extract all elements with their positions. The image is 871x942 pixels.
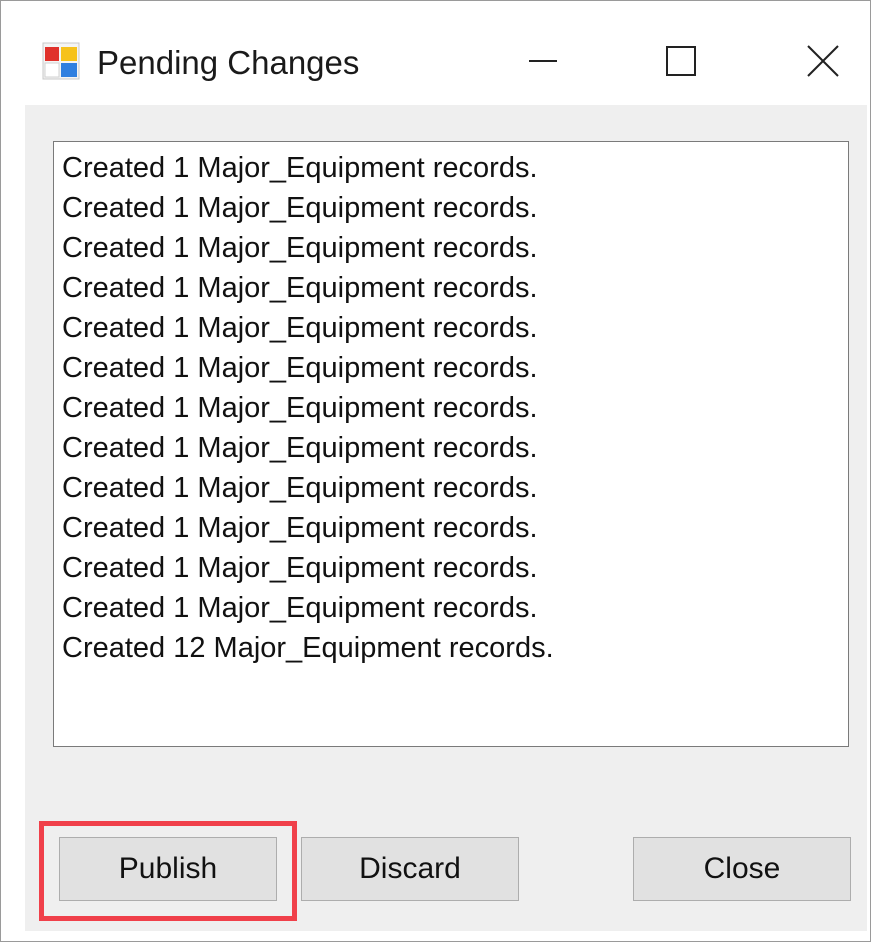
title-bar[interactable]: Pending Changes <box>1 1 870 105</box>
list-item[interactable]: Created 1 Major_Equipment records. <box>62 548 848 588</box>
minimize-icon <box>529 60 557 62</box>
discard-button[interactable]: Discard <box>301 837 519 901</box>
minimize-button[interactable] <box>513 31 573 91</box>
list-item[interactable]: Created 1 Major_Equipment records. <box>62 588 848 628</box>
list-item[interactable]: Created 1 Major_Equipment records. <box>62 228 848 268</box>
dialog-client-area: Created 1 Major_Equipment records. Creat… <box>25 105 867 931</box>
list-item[interactable]: Created 1 Major_Equipment records. <box>62 468 848 508</box>
pending-changes-window: Pending Changes Created 1 Major_Equipmen… <box>0 0 871 942</box>
maximize-icon <box>666 46 696 76</box>
window-title: Pending Changes <box>97 44 360 81</box>
list-item[interactable]: Created 1 Major_Equipment records. <box>62 428 848 468</box>
app-form-icon <box>42 42 80 80</box>
close-button[interactable]: Close <box>633 837 851 901</box>
list-item[interactable]: Created 1 Major_Equipment records. <box>62 148 848 188</box>
publish-button[interactable]: Publish <box>59 837 277 901</box>
list-item[interactable]: Created 12 Major_Equipment records. <box>62 628 848 668</box>
maximize-button[interactable] <box>651 31 711 91</box>
list-item[interactable]: Created 1 Major_Equipment records. <box>62 188 848 228</box>
pending-changes-list[interactable]: Created 1 Major_Equipment records. Creat… <box>53 141 849 747</box>
list-item[interactable]: Created 1 Major_Equipment records. <box>62 508 848 548</box>
close-window-button[interactable] <box>793 31 853 91</box>
list-item[interactable]: Created 1 Major_Equipment records. <box>62 308 848 348</box>
close-icon <box>807 45 839 77</box>
list-item[interactable]: Created 1 Major_Equipment records. <box>62 388 848 428</box>
list-item[interactable]: Created 1 Major_Equipment records. <box>62 348 848 388</box>
list-item[interactable]: Created 1 Major_Equipment records. <box>62 268 848 308</box>
